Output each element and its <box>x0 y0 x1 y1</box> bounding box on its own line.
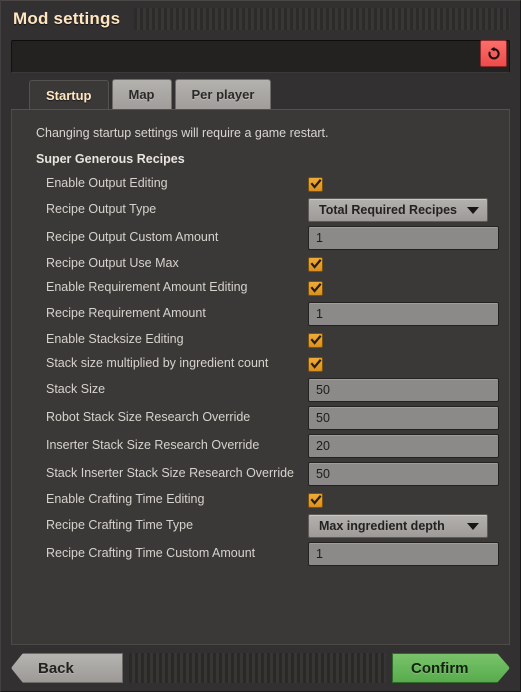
check-icon <box>309 259 322 269</box>
settings-panel: Changing startup settings will require a… <box>11 109 510 645</box>
tab-map[interactable]: Map <box>111 79 172 109</box>
setting-control <box>308 226 499 250</box>
setting-label: Recipe Output Type <box>46 202 157 217</box>
setting-label: Recipe Crafting Time Type <box>46 518 194 533</box>
setting-row: Recipe Crafting Time Type Max ingredient … <box>22 512 499 540</box>
tab-startup[interactable]: Startup <box>29 80 109 110</box>
setting-row: Recipe Output Type Total Required Recipes <box>22 196 499 224</box>
page-title: Mod settings <box>13 9 121 28</box>
setting-row: Inserter Stack Size Research Override <box>22 432 499 460</box>
setting-control <box>308 176 499 192</box>
chevron-down-icon <box>467 206 479 214</box>
check-icon <box>309 283 322 293</box>
footer-drag-texture <box>129 653 386 683</box>
check-icon <box>309 335 322 345</box>
setting-label: Stack Inserter Stack Size Research Overr… <box>46 466 295 481</box>
chevron-down-icon <box>467 522 479 530</box>
setting-row: Enable Stacksize Editing <box>22 328 499 352</box>
reset-settings-button[interactable] <box>480 40 507 67</box>
setting-control <box>308 406 499 430</box>
setting-label: Stack size multiplied by ingredient coun… <box>46 356 269 371</box>
settings-group-title: Super Generous Recipes <box>36 152 185 166</box>
setting-control <box>308 434 499 458</box>
setting-row: Recipe Requirement Amount <box>22 300 499 328</box>
setting-control <box>308 302 499 326</box>
setting-control: Max ingredient depth <box>308 514 499 538</box>
setting-row: Recipe Crafting Time Custom Amount <box>22 540 499 568</box>
setting-control <box>308 280 499 296</box>
setting-row: Robot Stack Size Research Override <box>22 404 499 432</box>
setting-dropdown[interactable]: Total Required Recipes <box>308 198 488 222</box>
setting-row: Recipe Output Use Max <box>22 252 499 276</box>
setting-number-input[interactable] <box>308 462 499 486</box>
search-row <box>11 37 510 75</box>
setting-checkbox[interactable] <box>308 280 323 296</box>
mod-settings-window: Mod settings Startup Map Per player Chan… <box>0 0 521 692</box>
setting-control <box>308 378 499 402</box>
setting-label: Stack Size <box>46 382 106 397</box>
confirm-button[interactable]: Confirm <box>392 653 510 683</box>
back-button[interactable]: Back <box>11 653 123 683</box>
restart-note: Changing startup settings will require a… <box>36 126 329 140</box>
setting-label: Enable Requirement Amount Editing <box>46 280 248 295</box>
settings-list: Enable Output Editing Recipe Output Type T… <box>22 172 499 568</box>
check-icon <box>309 359 322 369</box>
setting-checkbox[interactable] <box>308 356 323 372</box>
tab-bar: Startup Map Per player <box>11 77 510 110</box>
setting-row: Enable Output Editing <box>22 172 499 196</box>
footer-bar: Back Confirm <box>1 645 520 691</box>
setting-control: Total Required Recipes <box>308 198 499 222</box>
setting-label: Robot Stack Size Research Override <box>46 410 251 425</box>
setting-row: Enable Crafting Time Editing <box>22 488 499 512</box>
setting-checkbox[interactable] <box>308 256 323 272</box>
setting-dropdown[interactable]: Max ingredient depth <box>308 514 488 538</box>
check-icon <box>309 179 322 189</box>
check-icon <box>309 495 322 505</box>
setting-label: Recipe Requirement Amount <box>46 306 206 321</box>
setting-number-input[interactable] <box>308 302 499 326</box>
setting-row: Stack Inserter Stack Size Research Overr… <box>22 460 499 488</box>
setting-row: Recipe Output Custom Amount <box>22 224 499 252</box>
setting-number-input[interactable] <box>308 378 499 402</box>
setting-number-input[interactable] <box>308 434 499 458</box>
setting-label: Inserter Stack Size Research Override <box>46 438 260 453</box>
setting-number-input[interactable] <box>308 406 499 430</box>
setting-label: Enable Output Editing <box>46 176 168 191</box>
titlebar: Mod settings <box>1 1 520 37</box>
setting-label: Recipe Crafting Time Custom Amount <box>46 546 256 561</box>
reset-arrow-icon <box>486 46 502 62</box>
setting-control <box>308 542 499 566</box>
setting-label: Recipe Output Custom Amount <box>46 230 219 245</box>
setting-control <box>308 492 499 508</box>
setting-checkbox[interactable] <box>308 492 323 508</box>
setting-checkbox[interactable] <box>308 332 323 348</box>
setting-label: Enable Crafting Time Editing <box>46 492 205 507</box>
setting-row: Stack Size <box>22 376 499 404</box>
setting-number-input[interactable] <box>308 226 499 250</box>
setting-checkbox[interactable] <box>308 176 323 192</box>
titlebar-drag-handle[interactable] <box>134 8 510 30</box>
setting-control <box>308 332 499 348</box>
setting-label: Recipe Output Use Max <box>46 256 179 271</box>
setting-number-input[interactable] <box>308 542 499 566</box>
setting-row: Enable Requirement Amount Editing <box>22 276 499 300</box>
tab-per-player[interactable]: Per player <box>174 79 272 109</box>
dropdown-value: Max ingredient depth <box>319 519 445 533</box>
search-input[interactable] <box>11 39 510 73</box>
setting-control <box>308 256 499 272</box>
setting-row: Stack size multiplied by ingredient coun… <box>22 352 499 376</box>
dropdown-value: Total Required Recipes <box>319 203 457 217</box>
setting-control <box>308 462 499 486</box>
setting-label: Enable Stacksize Editing <box>46 332 184 347</box>
setting-control <box>308 356 499 372</box>
